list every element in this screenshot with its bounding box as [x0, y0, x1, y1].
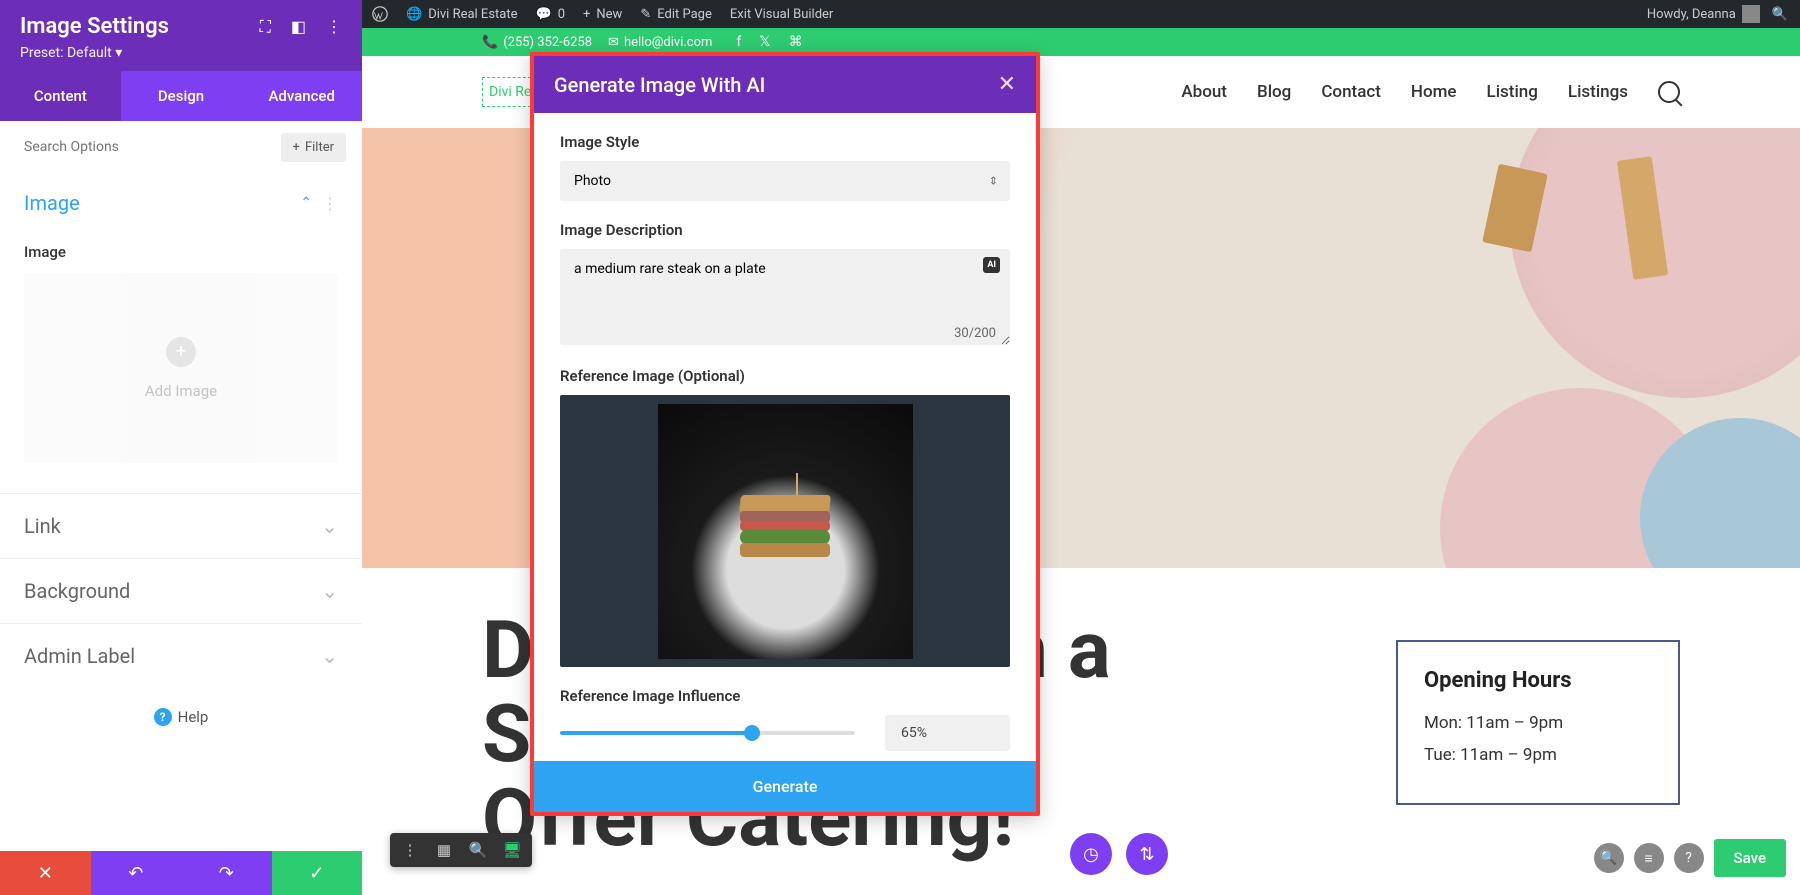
edit-page-link[interactable]: ✎Edit Page	[640, 7, 712, 22]
influence-value[interactable]: 65%	[885, 715, 1010, 751]
plus-icon: +	[583, 7, 590, 22]
tab-content[interactable]: Content	[0, 71, 121, 121]
slider-thumb[interactable]	[744, 725, 760, 741]
hours-row: Mon: 11am – 9pm	[1424, 713, 1652, 733]
tab-design[interactable]: Design	[121, 71, 242, 121]
chevron-up-icon: ⌃	[300, 195, 312, 211]
section-background[interactable]: Background⌄	[0, 558, 362, 623]
email-contact[interactable]: ✉hello@divi.com	[608, 35, 712, 50]
ai-modal: Generate Image With AI ✕ Image Style Pho…	[530, 52, 1040, 816]
layers-icon[interactable]: ≡	[1634, 843, 1664, 873]
nav-blog[interactable]: Blog	[1257, 82, 1291, 102]
facebook-icon[interactable]: f	[736, 34, 741, 50]
confirm-button[interactable]: ✓	[272, 851, 363, 895]
dock-icon[interactable]: ◧	[291, 17, 306, 37]
undo-button[interactable]: ↶	[91, 851, 182, 895]
builder-toolbar: ⋮ ▦ 🔍 🖥	[390, 833, 532, 867]
reference-image-preview[interactable]	[560, 395, 1010, 667]
close-icon[interactable]: ✕	[998, 72, 1016, 97]
toolbar-more-icon[interactable]: ⋮	[400, 841, 420, 859]
nav-home[interactable]: Home	[1411, 82, 1457, 102]
char-count: 30/200	[954, 326, 996, 341]
howdy-user[interactable]: Howdy, Deanna	[1647, 5, 1760, 23]
nav-contact[interactable]: Contact	[1321, 82, 1381, 102]
section-admin-label[interactable]: Admin Label⌄	[0, 623, 362, 688]
filter-button[interactable]: +Filter	[281, 133, 346, 162]
wp-logo-icon[interactable]	[372, 6, 388, 22]
help-icon[interactable]: ?	[1674, 843, 1704, 873]
site-name-link[interactable]: 🌐Divi Real Estate	[406, 7, 518, 22]
plus-icon: +	[293, 140, 300, 155]
nav-about[interactable]: About	[1181, 82, 1227, 102]
search-icon[interactable]: 🔍	[1772, 7, 1788, 22]
image-style-label: Image Style	[560, 133, 1010, 151]
help-link[interactable]: ?Help	[0, 688, 362, 746]
preset-selector[interactable]: Preset: Default ▾	[20, 45, 342, 61]
add-image-label: Add Image	[145, 382, 217, 400]
chevron-down-icon: ⌄	[321, 644, 338, 668]
help-icon: ?	[154, 708, 172, 726]
settings-title: Image Settings	[20, 14, 260, 39]
globe-icon: 🌐	[406, 7, 422, 22]
phone-icon: 📞	[482, 35, 498, 50]
settings-panel: Image Settings ⛶ ◧ ⋮ Preset: Default ▾ C…	[0, 0, 362, 895]
nav-listings[interactable]: Listings	[1568, 82, 1628, 102]
ai-badge-icon[interactable]: AI	[983, 257, 1000, 273]
new-link[interactable]: +New	[583, 7, 622, 22]
generate-button[interactable]: Generate	[534, 761, 1036, 812]
add-icon: +	[166, 337, 196, 367]
page-save-bar: 🔍 ≡ ? Save	[1594, 839, 1786, 877]
zoom-icon[interactable]: 🔍	[468, 841, 488, 859]
wp-admin-bar: 🌐Divi Real Estate 💬0 +New ✎Edit Page Exi…	[362, 0, 1800, 28]
image-style-select[interactable]: Photo	[560, 161, 1010, 201]
expand-icon[interactable]: ⛶	[260, 17, 271, 37]
sort-icon[interactable]: ⇅	[1126, 833, 1168, 875]
section-image-toggle[interactable]: Image ⌃ ⋮	[24, 173, 338, 233]
image-description-label: Image Description	[560, 221, 1010, 239]
exit-visual-builder-link[interactable]: Exit Visual Builder	[730, 7, 833, 22]
phone-contact[interactable]: 📞(255) 352-6258	[482, 35, 592, 50]
desktop-icon[interactable]: 🖥	[502, 841, 522, 859]
search-options-input[interactable]	[16, 131, 271, 163]
history-icon[interactable]: ◷	[1070, 833, 1112, 875]
comments-link[interactable]: 💬0	[536, 7, 566, 22]
image-description-textarea[interactable]: a medium rare steak on a plate	[560, 249, 1010, 345]
hours-title: Opening Hours	[1424, 668, 1652, 693]
chevron-down-icon: ⌄	[321, 514, 338, 538]
opening-hours-card: Opening Hours Mon: 11am – 9pm Tue: 11am …	[1396, 640, 1680, 805]
influence-label: Reference Image Influence	[560, 687, 1010, 705]
save-button[interactable]: Save	[1714, 839, 1786, 877]
pencil-icon: ✎	[640, 7, 651, 22]
find-icon[interactable]: 🔍	[1594, 843, 1624, 873]
more-icon[interactable]: ⋮	[326, 17, 342, 37]
tab-advanced[interactable]: Advanced	[241, 71, 362, 121]
image-dropzone[interactable]: + Add Image	[24, 273, 338, 463]
discard-button[interactable]: ✕	[0, 851, 91, 895]
redo-button[interactable]: ↷	[181, 851, 272, 895]
section-link[interactable]: Link⌄	[0, 493, 362, 558]
reference-image-label: Reference Image (Optional)	[560, 367, 1010, 385]
chevron-down-icon: ⌄	[321, 579, 338, 603]
influence-slider[interactable]	[560, 731, 855, 735]
ai-modal-title: Generate Image With AI	[554, 73, 998, 97]
hours-row: Tue: 11am – 9pm	[1424, 745, 1652, 765]
x-icon[interactable]: 𝕏	[759, 34, 770, 50]
rss-icon[interactable]: ⌘	[789, 34, 803, 50]
comment-icon: 💬	[536, 7, 552, 22]
action-circles: ◷ ⇅	[1070, 833, 1168, 875]
section-more-icon[interactable]: ⋮	[322, 194, 338, 213]
avatar	[1742, 5, 1760, 23]
email-icon: ✉	[608, 35, 619, 50]
image-field-label: Image	[24, 243, 338, 261]
nav-search-icon[interactable]	[1658, 81, 1680, 103]
nav-listing[interactable]: Listing	[1487, 82, 1538, 102]
wireframe-icon[interactable]: ▦	[434, 841, 454, 859]
